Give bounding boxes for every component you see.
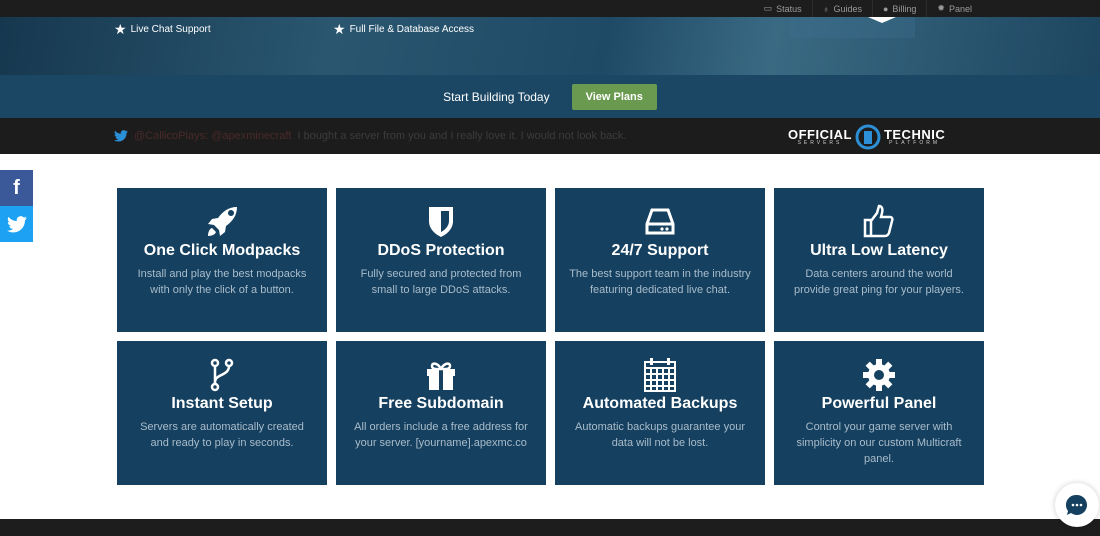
cta-band: Start Building Today View Plans	[0, 75, 1100, 118]
twitter-icon	[114, 130, 128, 142]
star-icon: ★	[114, 21, 127, 37]
code-fork-icon	[210, 358, 234, 392]
thumbs-up-icon	[863, 204, 894, 238]
facebook-icon: f	[13, 176, 20, 199]
technic-logo-icon	[855, 124, 881, 150]
feature-card: Automated Backups Automatic backups guara…	[555, 341, 765, 485]
tweet-handle[interactable]: @CallicoPlays: @apexminecraft	[134, 130, 291, 142]
feature-file-access: ★ Full File & Database Access	[333, 21, 475, 37]
feature-card: 24/7 Support The best support team in the…	[555, 188, 765, 332]
user-icon: ●	[882, 3, 889, 14]
nav-guides[interactable]: ♁ Guides	[811, 0, 872, 17]
lightbulb-icon: ♁	[822, 3, 830, 14]
live-chat-button[interactable]	[1055, 483, 1099, 527]
feature-card: Instant Setup Servers are automatically c…	[117, 341, 327, 485]
feature-card: DDoS Protection Fully secured and protect…	[336, 188, 546, 332]
feature-card: Powerful Panel Control your game server w…	[774, 341, 984, 485]
technic-partner-logo: OFFICIAL SERVERS TECHNIC PLATFORM	[788, 124, 945, 150]
nav-billing[interactable]: ● Billing	[871, 0, 926, 17]
gear-icon	[863, 359, 895, 391]
gear-icon: ✹	[937, 3, 945, 13]
nav-status[interactable]: ▭ Status	[754, 0, 812, 17]
features-grid: One Click Modpacks Install and play the b…	[117, 188, 984, 485]
cta-text: Start Building Today	[443, 89, 550, 104]
shield-icon	[429, 207, 453, 237]
feature-card: One Click Modpacks Install and play the b…	[117, 188, 327, 332]
facebook-share-button[interactable]: f	[0, 170, 33, 206]
feature-card: Ultra Low Latency Data centers around the…	[774, 188, 984, 332]
chat-bubble-icon	[1066, 494, 1087, 515]
nav-panel[interactable]: ✹ Panel	[926, 0, 982, 17]
hero-banner: ★ Live Chat Support ★ Full File & Database…	[0, 17, 1100, 75]
view-plans-button[interactable]: View Plans	[571, 83, 657, 110]
tweet-text: I bought a server from you and I really …	[297, 130, 627, 142]
footer	[0, 519, 1100, 536]
rocket-icon	[208, 207, 237, 236]
hero-panel	[790, 17, 915, 38]
tweet-bar: @CallicoPlays: @apexminecraft I bought a…	[0, 118, 1100, 154]
hdd-icon	[645, 208, 675, 235]
dropdown-arrow-icon	[868, 17, 896, 23]
twitter-icon	[6, 215, 27, 232]
gift-icon	[427, 362, 455, 390]
hdd-icon: ▭	[763, 3, 773, 13]
feature-card: Free Subdomain All orders include a free …	[336, 341, 546, 485]
top-nav: ▭ Status ♁ Guides ● Billing ✹ Panel	[0, 0, 1100, 17]
twitter-share-button[interactable]	[0, 206, 33, 242]
calendar-icon	[644, 358, 676, 392]
star-icon: ★	[333, 21, 346, 37]
feature-live-chat: ★ Live Chat Support	[114, 21, 211, 37]
